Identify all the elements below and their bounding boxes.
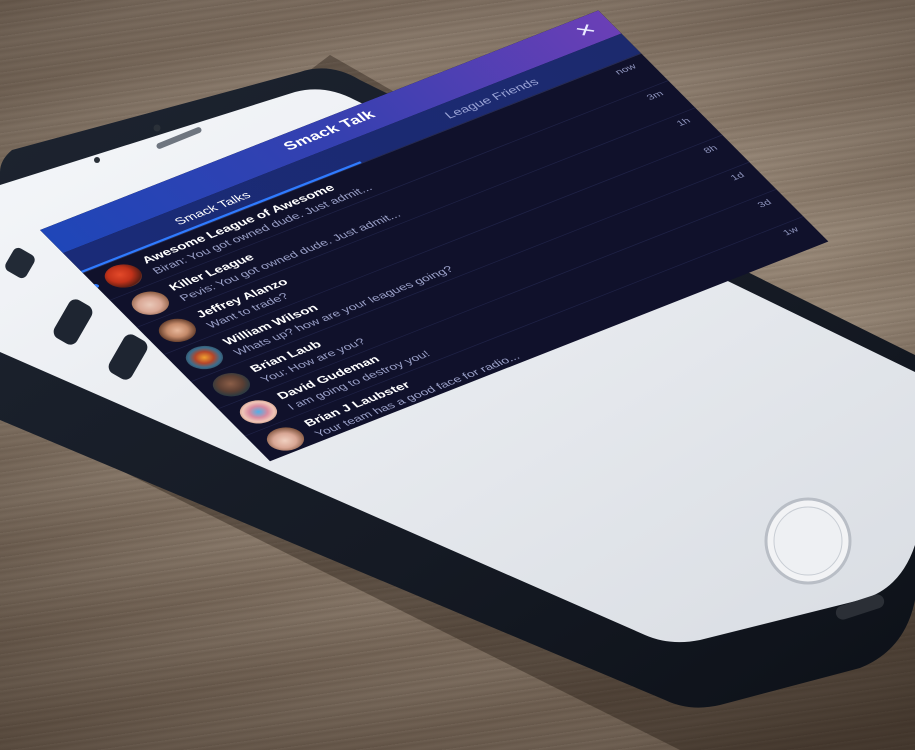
timestamp: 3d <box>755 198 774 210</box>
timestamp: 8h <box>701 143 720 156</box>
timestamp: 1w <box>780 225 801 238</box>
timestamp: 3m <box>644 89 666 102</box>
timestamp: now <box>613 62 639 77</box>
timestamp: 1h <box>674 116 693 129</box>
timestamp: 1d <box>728 170 747 183</box>
